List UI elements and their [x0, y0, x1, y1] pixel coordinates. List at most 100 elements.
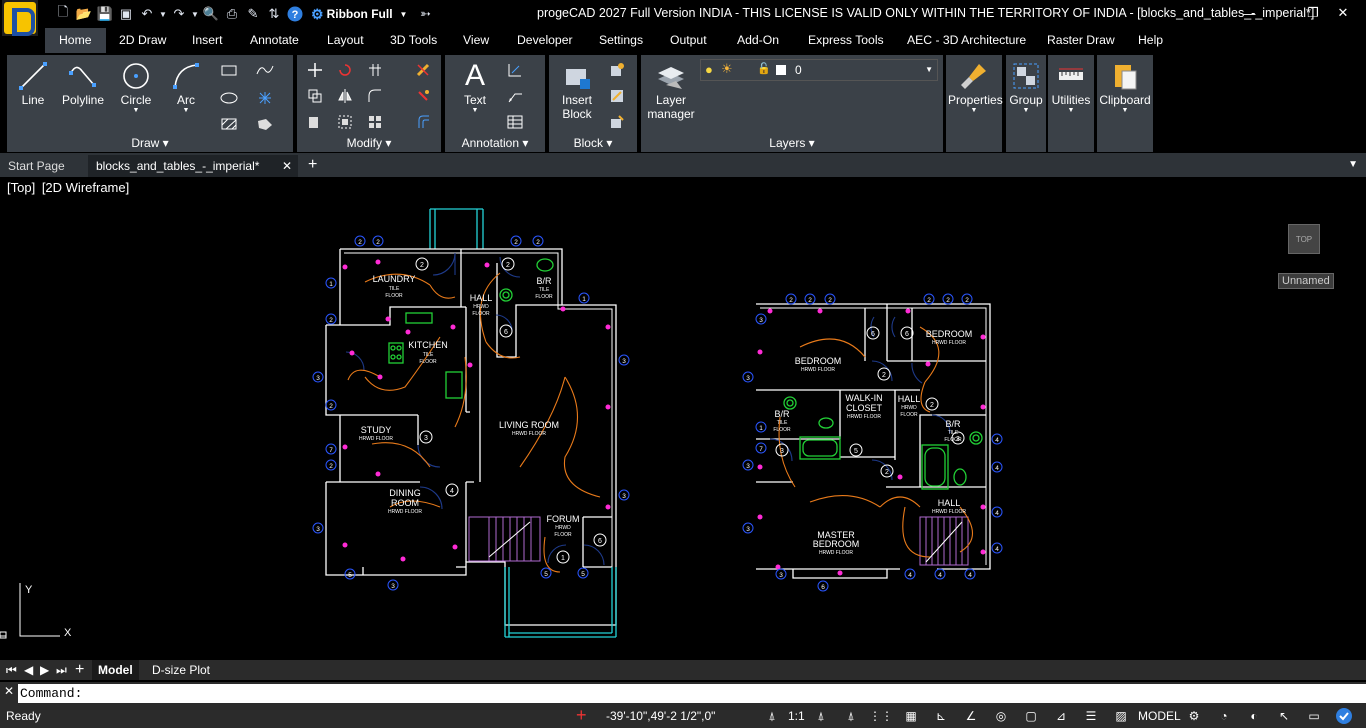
preview-icon[interactable]: 🔍 — [202, 5, 220, 23]
lineweight-icon[interactable]: ☰ — [1080, 706, 1102, 726]
tab-2d-draw[interactable]: 2D Draw — [119, 28, 166, 53]
spline-icon[interactable] — [255, 61, 275, 79]
ellipse-icon[interactable] — [219, 89, 239, 107]
prev-layout-button[interactable]: ◀ — [24, 660, 33, 680]
settings-gear-icon[interactable]: ⚙ — [1183, 706, 1205, 726]
isolate-icon[interactable]: ◐ — [1243, 706, 1265, 726]
tab-raster-draw[interactable]: Raster Draw — [1047, 28, 1115, 53]
mirror-icon[interactable] — [335, 87, 355, 105]
tab-layout[interactable]: Layout — [327, 28, 364, 53]
tab-help[interactable]: Help — [1138, 28, 1163, 53]
status-check-icon[interactable] — [1333, 706, 1355, 726]
create-block-icon[interactable] — [607, 61, 627, 79]
polar-icon[interactable]: ∠ — [960, 706, 982, 726]
tab-current-drawing[interactable]: blocks_and_tables_-_imperial* ✕ — [88, 155, 298, 177]
current-layer-dropdown[interactable]: ● ☀ 🔓 0 ▼ — [700, 59, 938, 81]
transparency-icon[interactable]: ▨ — [1110, 706, 1132, 726]
dynamic-ucs-icon[interactable]: ⊿ — [1050, 706, 1072, 726]
tab-add-on[interactable]: Add-On — [737, 28, 779, 53]
clipboard-tool[interactable]: Clipboard ▼ — [1099, 59, 1151, 114]
command-input[interactable]: Command: — [18, 684, 1366, 703]
match-properties-icon[interactable]: ⇅ — [265, 5, 283, 23]
redo-dropdown-icon[interactable]: ▼ — [191, 5, 199, 23]
tab-settings[interactable]: Settings — [599, 28, 643, 53]
modify-panel-label[interactable]: Modify ▾ — [297, 136, 441, 150]
annotation-scale-icon[interactable]: ⍋ — [761, 706, 783, 726]
leader-icon[interactable] — [505, 87, 525, 105]
model-space-toggle[interactable]: MODEL — [1138, 709, 1181, 723]
tab-start-page[interactable]: Start Page — [0, 155, 73, 177]
tab-developer[interactable]: Developer — [517, 28, 573, 53]
rotate-icon[interactable] — [335, 61, 355, 79]
osnap-icon[interactable]: ◎ — [990, 706, 1012, 726]
new-tab-button[interactable]: + — [300, 155, 325, 177]
add-layout-button[interactable]: + — [75, 660, 84, 680]
coordinates-readout[interactable]: -39'-10",49'-2 1/2",0" — [606, 709, 715, 723]
tab-insert[interactable]: Insert — [192, 28, 222, 53]
region-icon[interactable] — [255, 115, 275, 133]
attribute-icon[interactable] — [607, 113, 627, 131]
properties-brush-icon[interactable]: ✎ — [244, 5, 262, 23]
close-icon[interactable]: ✕ — [282, 155, 292, 177]
table-icon[interactable] — [505, 113, 525, 131]
move-icon[interactable] — [305, 61, 325, 79]
scale-icon[interactable] — [335, 113, 355, 131]
clean-screen-icon[interactable]: ▭ — [1303, 706, 1325, 726]
point-icon[interactable] — [255, 89, 275, 107]
layer-manager-tool[interactable]: Layer manager — [645, 59, 697, 121]
line-tool[interactable]: Line — [7, 59, 59, 107]
circle-tool[interactable]: Circle ▼ — [110, 59, 162, 114]
ortho-icon[interactable]: ⊾ — [930, 706, 952, 726]
dimension-icon[interactable] — [505, 61, 525, 79]
save-as-icon[interactable]: ▣ — [117, 5, 135, 23]
minimize-button[interactable]: — — [1226, 0, 1272, 26]
utilities-tool[interactable]: Utilities ▼ — [1045, 59, 1097, 114]
close-button[interactable]: ✕ — [1320, 0, 1366, 26]
insert-block-tool[interactable]: Insert Block — [551, 59, 603, 121]
cursor-icon[interactable]: ↖ — [1273, 706, 1295, 726]
fillet-icon[interactable] — [365, 87, 385, 105]
undo-dropdown-icon[interactable]: ▼ — [159, 5, 167, 23]
open-folder-icon[interactable]: 📂 — [75, 5, 93, 23]
rectangle-icon[interactable] — [219, 61, 239, 79]
annotation-panel-label[interactable]: Annotation ▾ — [445, 136, 545, 150]
tab-view[interactable]: View — [463, 28, 489, 53]
grid-icon[interactable]: ▦ — [900, 706, 922, 726]
trim-icon[interactable] — [365, 61, 385, 79]
undo-icon[interactable]: ↶ — [138, 5, 156, 23]
scale-readout[interactable]: 1:1 — [788, 709, 805, 723]
snap-icon[interactable]: ⋮⋮ — [869, 706, 893, 726]
erase-icon[interactable] — [413, 61, 433, 79]
polyline-tool[interactable]: Polyline — [57, 59, 109, 107]
array-icon[interactable] — [365, 113, 385, 131]
hatch-icon[interactable] — [219, 115, 239, 133]
properties-tool[interactable]: Properties ▼ — [948, 59, 1003, 114]
auto-scale-icon[interactable]: ⍋ — [840, 706, 862, 726]
tab-aec-3d-architecture[interactable]: AEC - 3D Architecture — [907, 28, 1026, 53]
performance-icon[interactable]: ◔ — [1213, 706, 1235, 726]
tab-output[interactable]: Output — [670, 28, 707, 53]
tab-home[interactable]: Home — [45, 28, 106, 53]
ribbon-mode-dropdown[interactable]: ⚙ Ribbon Full ▼ — [311, 6, 407, 23]
tab-model[interactable]: Model — [92, 660, 139, 680]
last-layout-button[interactable]: ⏭ — [56, 660, 67, 680]
annotation-visibility-icon[interactable]: ⍋ — [810, 706, 832, 726]
print-icon[interactable]: ⎙ — [223, 5, 241, 23]
text-tool[interactable]: A Text ▼ — [449, 59, 501, 114]
tab-3d-tools[interactable]: 3D Tools — [390, 28, 437, 53]
tab-annotate[interactable]: Annotate — [250, 28, 299, 53]
redo-icon[interactable]: ↷ — [170, 5, 188, 23]
help-icon[interactable]: ? — [286, 5, 304, 23]
drawing-viewport[interactable]: [Top] [2D Wireframe] TOP Unnamed 2 2 6 3… — [0, 177, 1366, 660]
edit-block-icon[interactable] — [607, 87, 627, 105]
chevron-down-icon[interactable]: ▼ — [1348, 159, 1358, 170]
first-layout-button[interactable]: ⏮ — [6, 660, 17, 680]
tab-d-size-plot[interactable]: D-size Plot — [146, 660, 216, 680]
tab-express-tools[interactable]: Express Tools — [808, 28, 884, 53]
new-file-icon[interactable]: 🗋 — [54, 4, 72, 23]
block-panel-label[interactable]: Block ▾ — [549, 136, 637, 150]
copy-icon[interactable] — [305, 87, 325, 105]
save-icon[interactable]: 💾 — [96, 5, 114, 23]
layers-panel-label[interactable]: Layers ▾ — [641, 136, 943, 150]
offset-icon[interactable] — [413, 113, 433, 131]
